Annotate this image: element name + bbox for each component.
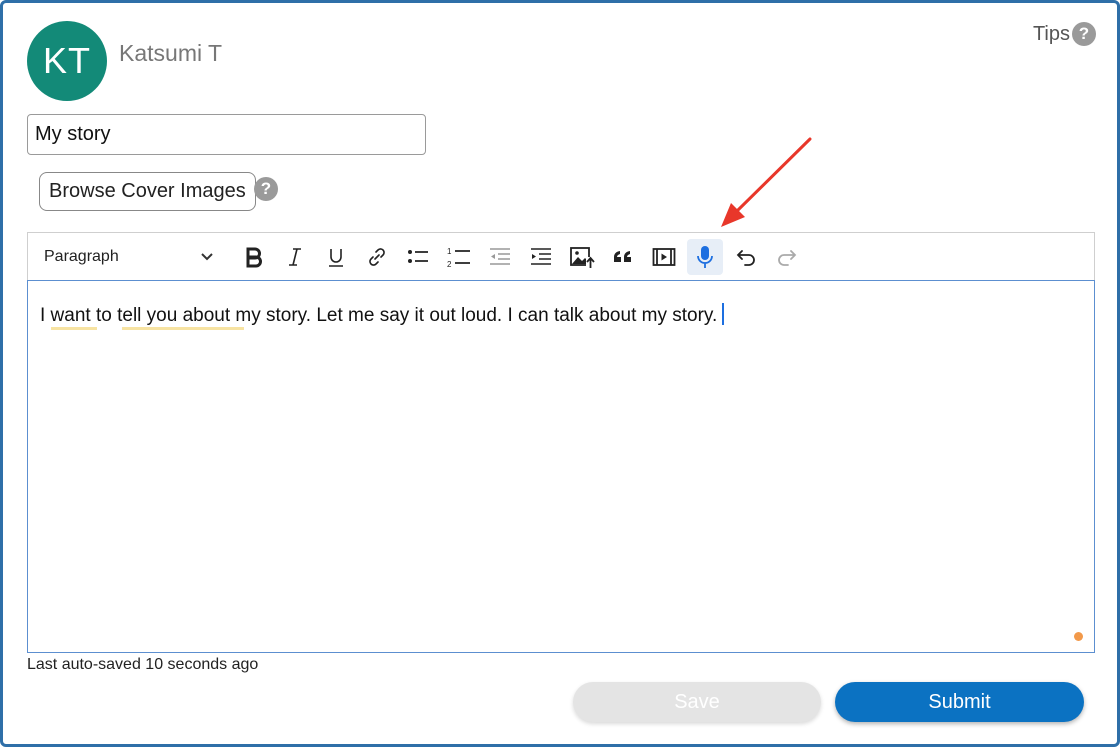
link-button[interactable] (359, 239, 395, 275)
story-title-input[interactable] (27, 114, 426, 155)
underline-button[interactable] (318, 239, 354, 275)
undo-icon (736, 249, 755, 266)
paragraph-format-dropdown[interactable]: Paragraph (44, 248, 214, 266)
submit-label: Submit (928, 690, 991, 713)
save-label: Save (674, 690, 720, 713)
media-icon (652, 247, 676, 266)
paragraph-format-value: Paragraph (44, 247, 119, 265)
italic-icon (289, 247, 301, 266)
status-indicator (1074, 632, 1083, 641)
spelling-underline (51, 327, 97, 330)
avatar: KT (27, 21, 107, 101)
block-quote-button[interactable] (605, 239, 641, 275)
avatar-initials: KT (42, 40, 91, 81)
story-editor[interactable]: I want to tell you about my story. Let m… (27, 280, 1095, 653)
dictation-button[interactable] (687, 238, 723, 275)
chevron-down-icon (201, 252, 213, 260)
underline-icon (329, 248, 343, 267)
question-circle-icon: ? (1072, 22, 1096, 46)
editor-content: I want to tell you about my story. Let m… (40, 303, 725, 327)
user-name: Katsumi T (119, 40, 223, 66)
editor-toolbar: Paragraph 12 (27, 232, 1095, 280)
numbered-list-button[interactable]: 12 (441, 239, 477, 275)
insert-media-button[interactable] (646, 239, 682, 275)
image-upload-icon (570, 246, 595, 269)
tips-link[interactable]: Tips ? (1033, 22, 1096, 46)
autosave-status: Last auto-saved 10 seconds ago (27, 656, 259, 673)
redo-button[interactable] (769, 239, 805, 275)
browse-cover-images-label: Browse Cover Images (49, 180, 246, 202)
indent-button[interactable] (523, 239, 559, 275)
indent-icon (531, 247, 551, 265)
link-icon (369, 247, 385, 266)
outdent-button[interactable] (482, 239, 518, 275)
svg-text:1: 1 (447, 247, 452, 256)
svg-text:2: 2 (447, 260, 452, 269)
cover-help-icon[interactable]: ? (254, 177, 278, 201)
browse-cover-images-button[interactable]: Browse Cover Images (39, 172, 256, 211)
microphone-icon (697, 245, 713, 268)
tips-label: Tips (1032, 22, 1070, 45)
bulleted-list-icon (408, 249, 428, 263)
bulleted-list-button[interactable] (400, 239, 436, 275)
undo-button[interactable] (728, 239, 764, 275)
bold-icon (246, 247, 262, 267)
bold-button[interactable] (236, 239, 272, 275)
quote-icon (614, 250, 631, 262)
spelling-underline (122, 327, 244, 330)
text-cursor (722, 303, 725, 325)
numbered-list-icon: 12 (447, 247, 470, 269)
italic-button[interactable] (277, 239, 313, 275)
submit-button[interactable]: Submit (835, 682, 1084, 722)
editor-text: I want to tell you about my story. Let m… (40, 305, 718, 326)
outdent-icon (490, 247, 510, 265)
insert-image-button[interactable] (564, 239, 600, 275)
redo-icon (778, 249, 797, 266)
save-button[interactable]: Save (573, 682, 821, 722)
